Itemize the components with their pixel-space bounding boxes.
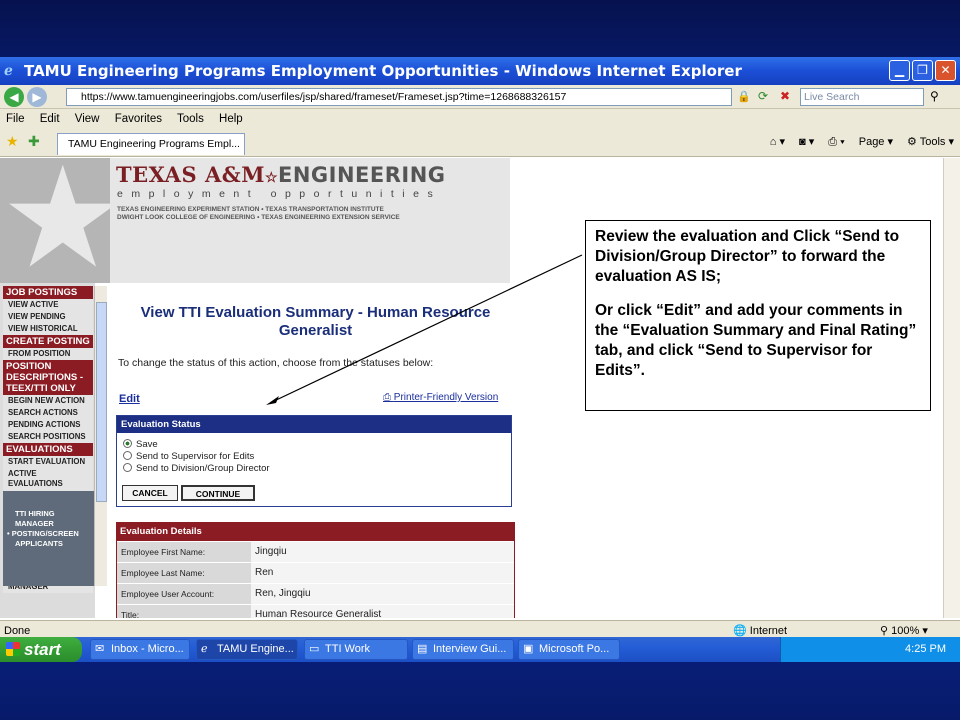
print-icon[interactable]: ⎙ ▾ (828, 133, 844, 151)
task-interview[interactable]: ▤ Interview Gui... (412, 639, 514, 660)
menu-tools[interactable]: Tools (177, 113, 204, 125)
details-value: Ren (251, 563, 514, 583)
menu-file[interactable]: File (6, 113, 25, 125)
details-value: Jingqiu (251, 542, 514, 562)
task-inbox[interactable]: ✉ Inbox - Micro... (90, 639, 190, 660)
printer-icon: ⎙ (383, 392, 394, 403)
details-row: Title: Human Resource Generalist (117, 604, 514, 618)
nav-item[interactable]: VIEW HISTORICAL (3, 323, 93, 335)
details-row: Employee User Account: Ren, Jingqiu (117, 583, 514, 604)
evaluation-details-header: Evaluation Details (117, 523, 514, 541)
title-bar: ℯ TAMU Engineering Programs Employment O… (0, 57, 960, 85)
feeds-icon[interactable]: ◙ ▾ (799, 133, 814, 151)
printer-friendly-link[interactable]: ⎙ Printer-Friendly Version (383, 392, 498, 403)
menu-edit[interactable]: Edit (40, 113, 60, 125)
favorites-star-icon[interactable]: ★ (6, 133, 19, 150)
page-scrollbar[interactable] (943, 158, 960, 618)
menu-bar: File Edit View Favorites Tools Help (0, 109, 960, 129)
forward-button[interactable]: ▶ (27, 87, 47, 107)
status-text: Done (4, 625, 31, 637)
nav-item[interactable]: ACTIVE EVALUATIONS (3, 468, 93, 490)
address-bar: ◀ ▶ https://www.tamuengineeringjobs.com/… (0, 85, 960, 109)
nav-scrollbar[interactable] (94, 286, 107, 586)
logo-subtitle: employment opportunities (117, 188, 442, 200)
url-field[interactable]: https://www.tamuengineeringjobs.com/user… (66, 88, 732, 106)
radio-send-director[interactable]: Send to Division/Group Director (117, 463, 511, 475)
evaluation-details-panel: Evaluation Details Employee First Name: J… (116, 522, 515, 618)
radio-save[interactable]: Save (117, 439, 511, 451)
details-value: Ren, Jingqiu (251, 584, 514, 604)
callout-paragraph-2: Or click “Edit” and add your comments in… (595, 302, 917, 379)
star-logo: ★ (0, 158, 110, 283)
stop-icon[interactable]: ✖ (780, 89, 790, 103)
nav-item[interactable]: START EVALUATION (3, 456, 93, 468)
details-row: Employee Last Name: Ren (117, 562, 514, 583)
status-instruction: To change the status of this action, cho… (118, 357, 434, 369)
nav-section-header: EVALUATIONS (3, 443, 93, 456)
search-input[interactable]: Live Search (800, 88, 924, 106)
nav-item[interactable]: FROM POSITION (3, 348, 93, 360)
close-button[interactable]: ✕ (935, 60, 956, 81)
start-button[interactable]: start (0, 637, 82, 662)
cancel-button[interactable]: CANCEL (122, 485, 178, 501)
back-button[interactable]: ◀ (4, 87, 24, 107)
tools-menu[interactable]: ⚙ Tools ▾ (907, 133, 954, 151)
evaluation-status-header: Evaluation Status (117, 416, 511, 433)
menu-help[interactable]: Help (219, 113, 243, 125)
callout-paragraph-1: Review the evaluation and Click “Send to… (595, 228, 900, 285)
window-title: TAMU Engineering Programs Employment Opp… (24, 62, 742, 80)
system-tray: 4:25 PM (780, 637, 960, 662)
nav-item[interactable]: SEARCH POSITIONS (3, 431, 93, 443)
evaluation-status-panel: Evaluation Status Save Send to Superviso… (116, 415, 512, 507)
menu-favorites[interactable]: Favorites (115, 113, 162, 125)
nav-item[interactable]: VIEW ACTIVE (3, 299, 93, 311)
windows-flag-icon (6, 642, 20, 656)
nav-section-header: CREATE POSTING (3, 335, 93, 348)
details-label: Employee User Account: (117, 584, 251, 604)
page-menu[interactable]: Page ▾ (859, 133, 893, 151)
instruction-callout: Review the evaluation and Click “Send to… (585, 220, 931, 411)
task-powerpoint[interactable]: ▣ Microsoft Po... (518, 639, 620, 660)
refresh-icon[interactable]: ⟳ (758, 89, 768, 103)
logo-agencies: TEXAS ENGINEERING EXPERIMENT STATION • T… (117, 206, 400, 221)
logo-title: TEXAS A&M☆ENGINEERING (116, 162, 446, 187)
details-row: Employee First Name: Jingqiu (117, 541, 514, 562)
page-title: View TTI Evaluation Summary - Human Reso… (140, 304, 491, 339)
favorites-bar: ★ ✚ TAMU Engineering Programs Empl... ⌂ … (0, 129, 960, 157)
nav-item[interactable]: PENDING ACTIONS (3, 419, 93, 431)
lock-icon: 🔒 (737, 91, 751, 103)
edit-link[interactable]: Edit (119, 393, 140, 405)
nav-item[interactable]: VIEW PENDING (3, 311, 93, 323)
search-icon[interactable]: ⚲ (930, 89, 939, 103)
continue-button[interactable]: CONTINUE (181, 485, 255, 501)
task-tti-work[interactable]: ▭ TTI Work (304, 639, 408, 660)
nav-item[interactable]: SEARCH ACTIONS (3, 407, 93, 419)
minimize-button[interactable]: ▁ (889, 60, 910, 81)
task-tamu[interactable]: ℯ TAMU Engine... (196, 639, 298, 660)
details-label: Employee First Name: (117, 542, 251, 562)
nav-section-header: JOB POSTINGS (3, 286, 93, 299)
tab-tamu[interactable]: TAMU Engineering Programs Empl... (57, 133, 245, 155)
nav-footer: TTI HIRING MANAGER • POSTING/SCREEN APPL… (3, 491, 95, 586)
maximize-button[interactable]: ❐ (912, 60, 933, 81)
add-favorite-icon[interactable]: ✚ (28, 133, 40, 150)
clock: 4:25 PM (905, 643, 946, 655)
taskbar: start ✉ Inbox - Micro... ℯ TAMU Engine... … (0, 637, 960, 662)
details-label: Title: (117, 605, 251, 618)
radio-send-supervisor[interactable]: Send to Supervisor for Edits (117, 451, 511, 463)
ie-icon: ℯ (4, 63, 13, 79)
home-icon[interactable]: ⌂ ▾ (770, 133, 785, 151)
nav-section-header: POSITION DESCRIPTIONS - TEEX/TTI ONLY (3, 360, 93, 395)
nav-item[interactable]: BEGIN NEW ACTION (3, 395, 93, 407)
details-label: Employee Last Name: (117, 563, 251, 583)
menu-view[interactable]: View (75, 113, 100, 125)
details-value: Human Resource Generalist (251, 605, 514, 618)
